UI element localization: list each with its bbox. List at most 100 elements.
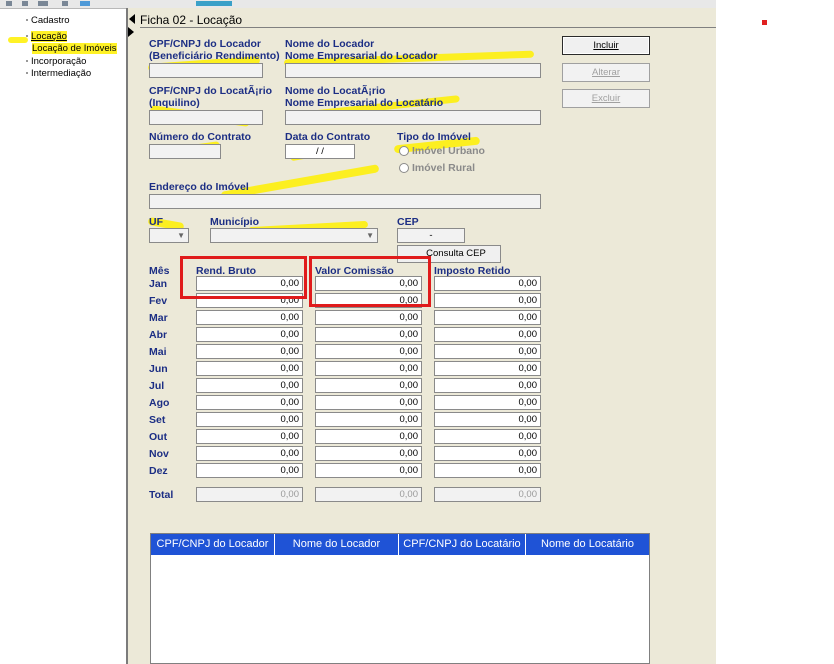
valor-comissao-input[interactable]: 0,00: [315, 378, 422, 393]
tree-item-locacao[interactable]: Locação: [26, 31, 67, 42]
rend-bruto-input[interactable]: 0,00: [196, 310, 303, 325]
valor-comissao-input[interactable]: 0,00: [315, 361, 422, 376]
rend-bruto-input[interactable]: 0,00: [196, 446, 303, 461]
municipio-label: Município: [210, 216, 259, 228]
imovel-rural-label: Imóvel Rural: [412, 162, 476, 174]
incluir-button-label: Incluir: [593, 40, 619, 51]
cpf-locatario-input[interactable]: [149, 110, 263, 125]
chevron-down-icon: ▼: [177, 231, 185, 240]
valor-comissao-input[interactable]: 0,00: [315, 463, 422, 478]
rend-bruto-input[interactable]: 0,00: [196, 344, 303, 359]
rend-bruto-input[interactable]: 0,00: [196, 361, 303, 376]
chevron-down-icon: ▼: [366, 231, 374, 240]
rend-bruto-input[interactable]: 0,00: [196, 412, 303, 427]
month-label: Set: [149, 414, 166, 426]
uf-select[interactable]: ▼: [149, 228, 189, 243]
rend-bruto-input[interactable]: 0,00: [196, 395, 303, 410]
tree-item-intermediacao[interactable]: Intermediação: [26, 68, 91, 79]
grid-col-nome-locatario[interactable]: Nome do Locatário: [526, 534, 649, 555]
valor-comissao-input[interactable]: 0,00: [315, 327, 422, 342]
total-label: Total: [149, 489, 174, 501]
imposto-retido-input[interactable]: 0,00: [434, 429, 541, 444]
imovel-rural-radio[interactable]: [399, 163, 409, 173]
valor-comissao-input[interactable]: 0,00: [315, 395, 422, 410]
imposto-retido-input[interactable]: 0,00: [434, 378, 541, 393]
imposto-retido-input[interactable]: 0,00: [434, 361, 541, 376]
imposto-retido-input[interactable]: 0,00: [434, 395, 541, 410]
valor-comissao-input[interactable]: 0,00: [315, 446, 422, 461]
endereco-label: Endereço do Imóvel: [149, 181, 249, 193]
imposto-retido-input[interactable]: 0,00: [434, 310, 541, 325]
total-rend-bruto: 0,00: [196, 487, 303, 502]
alterar-button[interactable]: Alterar: [562, 63, 650, 82]
imposto-retido-input[interactable]: 0,00: [434, 446, 541, 461]
imposto-retido-input[interactable]: 0,00: [434, 463, 541, 478]
imovel-urbano-radio[interactable]: [399, 146, 409, 156]
rend-bruto-input[interactable]: 0,00: [196, 327, 303, 342]
toolbar-icon[interactable]: [80, 1, 90, 6]
rend-bruto-input[interactable]: 0,00: [196, 463, 303, 478]
toolbar-icon[interactable]: [22, 1, 28, 6]
municipio-select[interactable]: ▼: [210, 228, 378, 243]
month-label: Mai: [149, 346, 167, 358]
tree-branch-icon: [26, 19, 28, 22]
month-label: Jan: [149, 278, 168, 290]
tree-branch-icon: [26, 60, 28, 63]
tree-item-label: Locação de Imóveis: [32, 43, 117, 54]
total-valor-comissao: 0,00: [315, 487, 422, 502]
month-label: Jul: [149, 380, 165, 392]
results-grid[interactable]: CPF/CNPJ do Locador Nome do Locador CPF/…: [150, 533, 650, 664]
imposto-retido-input[interactable]: 0,00: [434, 293, 541, 308]
highlight-mark: [8, 37, 28, 43]
nome-locador-input[interactable]: [285, 63, 541, 78]
grid-col-nome-locador[interactable]: Nome do Locador: [275, 534, 399, 555]
toolbar-icon[interactable]: [6, 1, 12, 6]
grid-col-cpf-locador[interactable]: CPF/CNPJ do Locador: [151, 534, 275, 555]
valor-comissao-input[interactable]: 0,00: [315, 412, 422, 427]
rend-bruto-input[interactable]: 0,00: [196, 378, 303, 393]
imposto-retido-input[interactable]: 0,00: [434, 412, 541, 427]
tipo-imovel-label: Tipo do Imóvel: [397, 131, 471, 143]
month-label: Nov: [149, 448, 169, 460]
tree-item-label: Locação: [31, 31, 67, 42]
grid-header: CPF/CNPJ do Locador Nome do Locador CPF/…: [151, 534, 649, 555]
month-label: Fev: [149, 295, 168, 307]
month-label: Ago: [149, 397, 170, 409]
excluir-button[interactable]: Excluir: [562, 89, 650, 108]
numero-contrato-input[interactable]: [149, 144, 221, 159]
month-label: Out: [149, 431, 168, 443]
toolbar-icon[interactable]: [62, 1, 68, 6]
month-label: Dez: [149, 465, 168, 477]
endereco-input[interactable]: [149, 194, 541, 209]
toolbar-icon[interactable]: [196, 1, 232, 6]
month-label: Jun: [149, 363, 168, 375]
cep-input[interactable]: -: [397, 228, 465, 243]
imposto-retido-input[interactable]: 0,00: [434, 327, 541, 342]
rend-bruto-input[interactable]: 0,00: [196, 429, 303, 444]
imposto-retido-input[interactable]: 0,00: [434, 276, 541, 291]
imposto-retido-input[interactable]: 0,00: [434, 344, 541, 359]
data-contrato-input[interactable]: / /: [285, 144, 355, 159]
tree-item-cadastro[interactable]: Cadastro: [26, 15, 70, 26]
cpf-locador-input[interactable]: [149, 63, 263, 78]
nome-locador-sublabel: Nome Empresarial do Locador: [285, 50, 438, 62]
tree-item-label: Cadastro: [31, 15, 70, 26]
tree-item-locacao-imoveis[interactable]: Locação de Imóveis: [32, 43, 117, 54]
valor-comissao-input[interactable]: 0,00: [315, 310, 422, 325]
tree-item-incorporacao[interactable]: Incorporação: [26, 56, 86, 67]
cpf-locador-sublabel: (Beneficiário Rendimento): [149, 50, 280, 62]
uf-label: UF: [149, 216, 163, 228]
valor-comissao-input[interactable]: 0,00: [315, 344, 422, 359]
month-label: Abr: [149, 329, 168, 341]
expand-right-icon[interactable]: [128, 27, 134, 37]
cpf-locador-label: CPF/CNPJ do Locador: [149, 38, 262, 50]
valor-comissao-input[interactable]: 0,00: [315, 429, 422, 444]
incluir-button[interactable]: Incluir: [562, 36, 650, 55]
month-label: Mar: [149, 312, 168, 324]
nome-locatario-input[interactable]: [285, 110, 541, 125]
grid-col-cpf-locatario[interactable]: CPF/CNPJ do Locatário: [399, 534, 526, 555]
imovel-urbano-label: Imóvel Urbano: [412, 145, 485, 157]
cpf-locatario-sublabel: (Inquilino): [149, 97, 200, 109]
tree-item-label: Intermediação: [31, 68, 92, 79]
toolbar-icon[interactable]: [38, 1, 48, 6]
